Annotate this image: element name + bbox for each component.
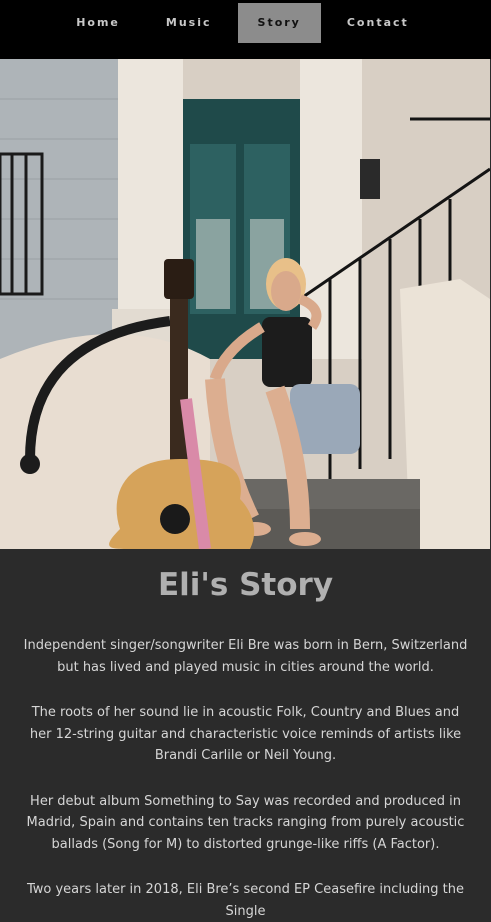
story-paragraph: Two years later in 2018, Eli Bre’s secon… xyxy=(26,882,465,919)
story-paragraph: Independent singer/songwriter Eli Bre wa… xyxy=(23,638,468,675)
story-section: Eli's Story Independent singer/songwrite… xyxy=(0,549,491,922)
wall-lamp xyxy=(360,159,380,199)
page-title: Eli's Story xyxy=(157,567,334,603)
nav-story[interactable]: Story xyxy=(237,3,321,43)
nav-music[interactable]: Music xyxy=(146,3,232,43)
nav-home[interactable]: Home xyxy=(56,3,140,43)
nav-contact[interactable]: Contact xyxy=(327,3,429,43)
story-paragraph: The roots of her sound lie in acoustic F… xyxy=(29,705,462,763)
hero-photo xyxy=(0,59,490,549)
top-nav: Home Music Story Contact xyxy=(0,0,491,59)
story-paragraph: Her debut album Something to Say was rec… xyxy=(26,793,465,852)
